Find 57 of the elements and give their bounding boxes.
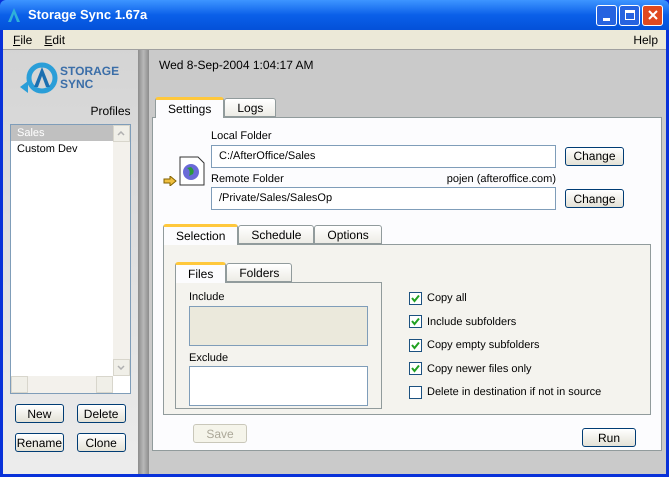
tab[interactable]: Schedule [238, 225, 314, 244]
check-icon [411, 317, 420, 326]
check-icon [411, 340, 420, 350]
option-label: Copy newer files only [427, 362, 532, 376]
logo-text: STORAGE [60, 65, 120, 78]
tab[interactable]: Folders [226, 263, 292, 282]
maximize-button[interactable] [619, 4, 640, 26]
horizontal-scrollbar[interactable] [11, 376, 113, 393]
remote-folder-field[interactable]: /Private/Sales/SalesOp [211, 187, 556, 210]
profile-button[interactable]: Clone [76, 433, 126, 452]
profiles-label: Profiles [90, 103, 131, 120]
include-label: Include [189, 290, 226, 305]
option-label: Copy all [427, 291, 467, 306]
window-title: Storage Sync 1.67a [28, 6, 148, 24]
chevron-down-icon [117, 365, 126, 370]
checkbox[interactable] [409, 338, 422, 352]
exclude-label: Exclude [189, 350, 230, 366]
tab[interactable]: Selection [163, 224, 238, 245]
checkbox[interactable] [409, 362, 422, 376]
close-icon [648, 10, 658, 20]
minimize-button[interactable] [596, 4, 617, 26]
tab[interactable]: Settings [155, 97, 224, 118]
help-menu[interactable]: Help [629, 30, 662, 48]
close-button[interactable] [642, 4, 663, 26]
local-folder-label: Local Folder [211, 129, 273, 144]
option-label: Delete in destination if not in source [427, 385, 602, 400]
menu-item[interactable]: Edit [38, 30, 72, 48]
option-label: Copy empty subfolders [427, 338, 540, 353]
checkbox[interactable] [409, 292, 422, 305]
menu-item[interactable]: File [7, 30, 38, 48]
chevron-up-icon [117, 131, 126, 136]
change-button[interactable]: Change [565, 146, 624, 166]
exclude-field[interactable] [189, 366, 368, 406]
globe-document-icon [179, 156, 205, 186]
tab[interactable]: Logs [224, 98, 276, 117]
account-label: pojen (afteroffice.com) [446, 172, 556, 186]
logo-icon [20, 61, 58, 95]
change-button[interactable]: Change [565, 189, 624, 208]
remote-folder-label: Remote Folder [211, 172, 284, 186]
profile-button[interactable]: Delete [76, 404, 126, 423]
timestamp: Wed 8-Sep-2004 1:04:17 AM [159, 57, 315, 74]
vertical-scrollbar[interactable] [112, 125, 130, 376]
arrow-icon [163, 176, 177, 186]
checkbox[interactable] [409, 386, 422, 399]
app-logo-icon [6, 7, 22, 23]
local-folder-field[interactable]: C:/AfterOffice/Sales [211, 144, 556, 168]
profile-button[interactable]: New [15, 404, 64, 423]
logo-text: SYNC [60, 78, 94, 91]
tab[interactable]: Options [314, 225, 382, 244]
check-icon [411, 294, 420, 303]
option-label: Include subfolders [427, 314, 516, 330]
tab[interactable]: Files [175, 262, 226, 283]
run-button[interactable]: Run [582, 428, 636, 447]
profile-item[interactable]: Custom Dev [11, 141, 113, 157]
profile-button[interactable]: Rename [15, 433, 64, 452]
checkbox[interactable] [409, 315, 422, 328]
check-icon [411, 364, 420, 374]
